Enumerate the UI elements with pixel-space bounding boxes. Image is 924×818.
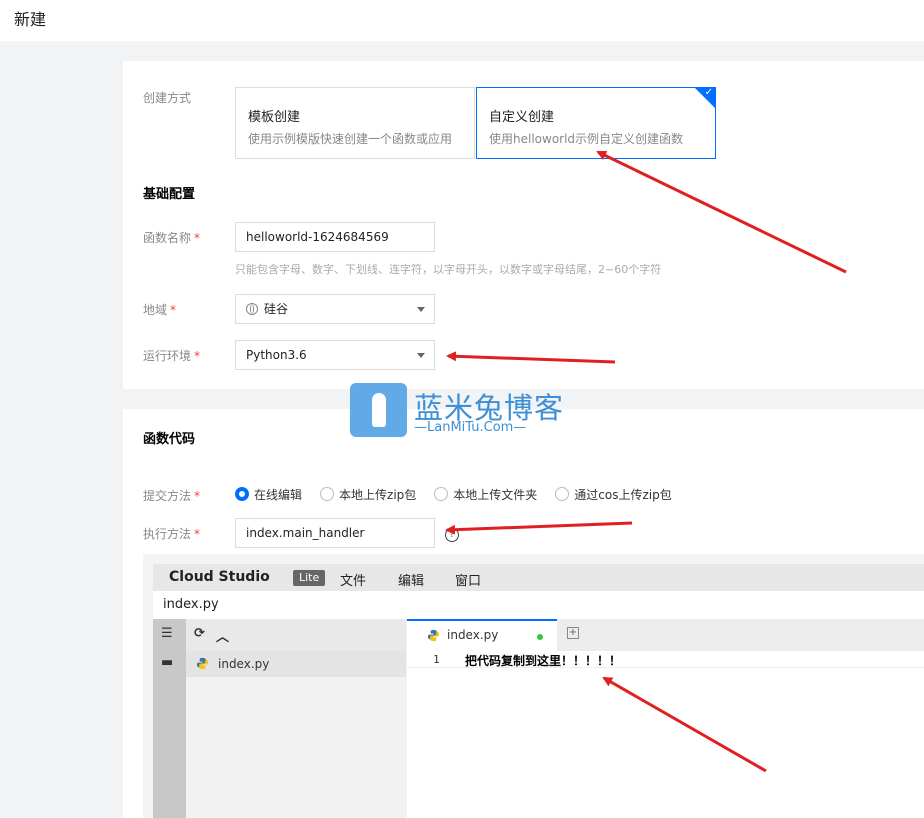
radio-dot (235, 487, 249, 501)
custom-create-option[interactable]: 自定义创建 使用helloworld示例自定义创建函数 ✓ (476, 87, 716, 159)
region-label: 地域 * (143, 303, 177, 317)
region-value: 硅谷 (264, 302, 289, 316)
watermark-logo-icon (350, 383, 407, 437)
file-tree-icon[interactable]: ☰ (161, 627, 178, 641)
code-line[interactable]: 1 把代码复制到这里！！！！！ (407, 653, 924, 668)
function-code-card: 函数代码 提交方法 * 在线编辑 本地上传zip包 本地上传文件夹 通过cos上传… (123, 409, 924, 818)
help-icon[interactable]: ? (445, 528, 459, 542)
region-select[interactable]: 硅谷 (235, 294, 435, 324)
custom-create-title: 自定义创建 (489, 110, 555, 125)
python-file-icon (427, 629, 440, 642)
required-mark: * (194, 349, 201, 363)
ide-filebar: index.py (153, 591, 924, 620)
template-create-title: 模板创建 (248, 110, 301, 125)
submit-method-radios: 在线编辑 本地上传zip包 本地上传文件夹 通过cos上传zip包 (235, 486, 690, 502)
required-mark: * (194, 527, 201, 541)
ide-menubar: Cloud Studio Lite 文件 编辑 窗口 (153, 564, 924, 591)
menu-file[interactable]: 文件 (340, 570, 366, 589)
runtime-value: Python3.6 (246, 348, 307, 362)
basic-config-card: 创建方式 模板创建 使用示例模版快速创建一个函数或应用 自定义创建 使用hell… (123, 61, 924, 389)
radio-local-folder[interactable]: 本地上传文件夹 (434, 486, 537, 503)
basic-config-title: 基础配置 (143, 187, 196, 202)
radio-online-edit[interactable]: 在线编辑 (235, 486, 302, 503)
radio-dot (555, 487, 570, 501)
chevron-down-icon (417, 353, 425, 358)
radio-local-zip[interactable]: 本地上传zip包 (320, 486, 416, 503)
add-tab-icon[interactable]: + (567, 627, 579, 639)
unsaved-dot-icon (537, 634, 543, 640)
runtime-label: 运行环境 * (143, 349, 201, 363)
function-name-hint: 只能包含字母、数字、下划线、连字符，以字母开头，以数字或字母结尾，2~60个字符 (235, 263, 662, 276)
submit-method-label: 提交方法 * (143, 489, 201, 503)
function-name-label: 函数名称 * (143, 231, 201, 245)
runtime-select[interactable]: Python3.6 (235, 340, 435, 370)
python-file-icon (196, 657, 209, 670)
watermark: 蓝米兔博客 —LanMiTu.Com— (350, 383, 575, 438)
refresh-icon[interactable]: ⟳ (194, 626, 205, 641)
code-text: 把代码复制到这里！！！！！ (465, 654, 622, 668)
chevron-down-icon (417, 307, 425, 312)
handler-label: 执行方法 * (143, 527, 201, 541)
radio-dot (320, 487, 335, 501)
globe-icon (246, 303, 258, 315)
creation-method-label: 创建方式 (143, 91, 192, 105)
menu-window[interactable]: 窗口 (455, 570, 481, 589)
required-mark: * (194, 231, 201, 245)
cloud-studio-ide: Cloud Studio Lite 文件 编辑 窗口 index.py ☰ ▬ … (143, 554, 924, 818)
ide-editor[interactable]: index.py + 1 把代码复制到这里！！！！！ (407, 619, 924, 818)
explorer-file-item[interactable]: index.py (186, 651, 406, 677)
collapse-icon[interactable]: ︿ (216, 626, 229, 645)
top-bar: 新建 (0, 0, 924, 41)
handler-input[interactable]: index.main_handler (235, 518, 435, 548)
watermark-subtitle: —LanMiTu.Com— (414, 420, 527, 435)
template-create-option[interactable]: 模板创建 使用示例模版快速创建一个函数或应用 (235, 87, 475, 159)
function-name-input[interactable]: helloworld-1624684569 (235, 222, 435, 252)
function-code-title: 函数代码 (143, 432, 196, 447)
explorer-file-label: index.py (218, 657, 270, 671)
ide-brand: Cloud Studio (169, 569, 270, 585)
tab-label: index.py (447, 628, 499, 642)
check-icon: ✓ (704, 87, 713, 98)
line-number: 1 (433, 653, 440, 666)
page-title: 新建 (14, 10, 47, 29)
open-file-name: index.py (163, 597, 219, 612)
radio-dot (434, 487, 449, 501)
ide-activity-bar: ☰ ▬ (153, 619, 186, 818)
required-mark: * (170, 303, 177, 317)
menu-edit[interactable]: 编辑 (398, 570, 424, 589)
custom-create-desc: 使用helloworld示例自定义创建函数 (489, 132, 684, 146)
ide-explorer: ⟳ ︿ index.py (186, 619, 406, 818)
editor-tab[interactable]: index.py (407, 619, 557, 651)
required-mark: * (194, 489, 201, 503)
radio-cos-zip[interactable]: 通过cos上传zip包 (555, 486, 672, 503)
template-create-desc: 使用示例模版快速创建一个函数或应用 (248, 132, 453, 146)
folder-icon[interactable]: ▬ (161, 656, 178, 670)
explorer-toolbar: ⟳ ︿ (186, 619, 406, 651)
ide-lite-badge: Lite (293, 570, 326, 586)
editor-tabbar: index.py + (407, 619, 924, 651)
